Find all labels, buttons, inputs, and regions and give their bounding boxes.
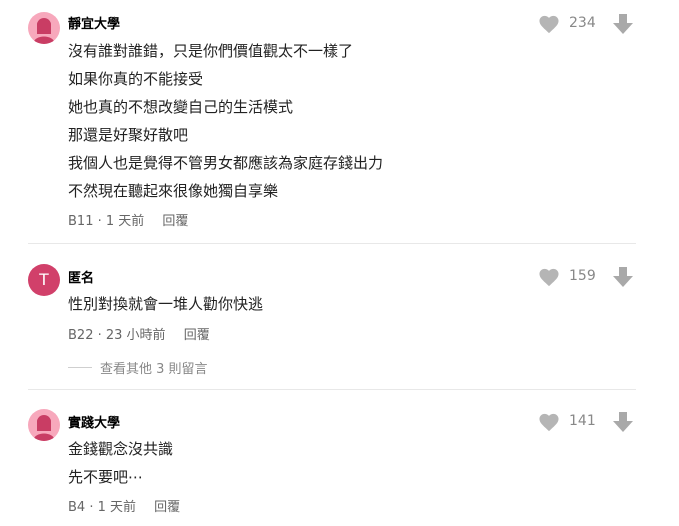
floor-number: B11 bbox=[68, 214, 94, 229]
comment-text-line: 如果你真的不能接受 bbox=[68, 70, 204, 88]
view-more-replies[interactable]: 查看其他 3 則留言 bbox=[68, 358, 208, 377]
floor-number: B22 bbox=[68, 328, 94, 343]
comment-text-line: 那還是好聚好散吧 bbox=[68, 126, 189, 144]
comment-author[interactable]: 匿名 bbox=[68, 267, 94, 286]
comment-meta: B4 · 1 天前 回覆 bbox=[68, 496, 180, 515]
comment-meta: B22 · 23 小時前 回覆 bbox=[68, 324, 210, 343]
avatar[interactable] bbox=[28, 12, 60, 44]
heart-icon[interactable] bbox=[538, 14, 560, 34]
like-count: 141 bbox=[569, 413, 596, 429]
meta-separator: · bbox=[93, 214, 106, 229]
down-arrow-icon[interactable] bbox=[612, 266, 634, 288]
like-count: 234 bbox=[569, 15, 596, 31]
heart-icon[interactable] bbox=[538, 267, 560, 287]
comment-text-line: 我個人也是覺得不管男女都應該為家庭存錢出力 bbox=[68, 154, 384, 172]
comment-text-line: 性別對換就會一堆人勸你快逃 bbox=[68, 295, 264, 313]
more-dash bbox=[68, 367, 92, 368]
girl-avatar-icon bbox=[33, 18, 55, 44]
reply-button[interactable]: 回覆 bbox=[184, 328, 210, 343]
comment-text-line: 她也真的不想改變自己的生活模式 bbox=[68, 98, 294, 116]
meta-separator: · bbox=[93, 328, 106, 343]
meta-separator: · bbox=[85, 500, 98, 515]
comment-author[interactable]: 實踐大學 bbox=[68, 412, 120, 431]
comment-time: 1 天前 bbox=[97, 500, 137, 515]
floor-number: B4 bbox=[68, 500, 86, 515]
comment-text-line: 先不要吧⋯ bbox=[68, 468, 144, 486]
comment-time: 1 天前 bbox=[105, 214, 145, 229]
comment-meta: B11 · 1 天前 回覆 bbox=[68, 210, 188, 229]
avatar-letter: T bbox=[38, 270, 50, 289]
avatar[interactable] bbox=[28, 409, 60, 441]
like-count: 159 bbox=[569, 268, 596, 284]
reply-button[interactable]: 回覆 bbox=[162, 214, 188, 229]
girl-avatar-icon bbox=[33, 415, 55, 441]
comment-time: 23 小時前 bbox=[105, 328, 166, 343]
down-arrow-icon[interactable] bbox=[612, 411, 634, 433]
comment-divider bbox=[28, 389, 636, 390]
comment-text-line: 不然現在聽起來很像她獨自享樂 bbox=[68, 182, 279, 200]
down-arrow-icon[interactable] bbox=[612, 13, 634, 35]
comment-text-line: 沒有誰對誰錯，只是你們價值觀太不一樣了 bbox=[68, 42, 354, 60]
comment-author[interactable]: 靜宜大學 bbox=[68, 13, 120, 32]
reply-button[interactable]: 回覆 bbox=[154, 500, 180, 515]
comment-divider bbox=[28, 243, 636, 244]
more-replies-label: 查看其他 3 則留言 bbox=[100, 362, 208, 377]
comment-text-line: 金錢觀念沒共識 bbox=[68, 440, 174, 458]
avatar[interactable]: T bbox=[28, 264, 60, 296]
heart-icon[interactable] bbox=[538, 412, 560, 432]
